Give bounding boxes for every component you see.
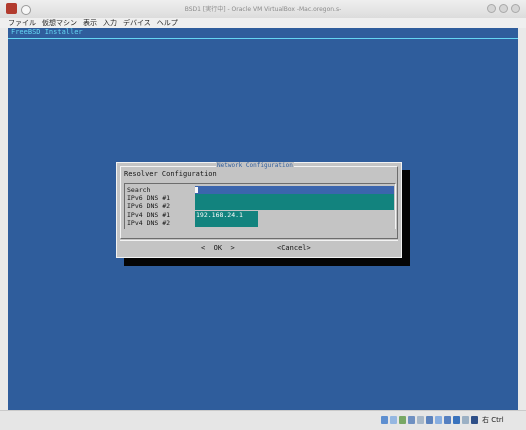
dialog-buttons: < OK > <Cancel> xyxy=(117,244,401,253)
menu-help[interactable]: ヘルプ xyxy=(157,18,178,28)
network-configuration-dialog: Network Configuration Resolver Configura… xyxy=(116,162,402,258)
minimize-button[interactable] xyxy=(487,4,496,13)
ipv4-dns1-value: 192.168.24.1 xyxy=(196,211,243,219)
close-button[interactable] xyxy=(511,4,520,13)
menu-bar: ファイル 仮想マシン 表示 入力 デバイス ヘルプ xyxy=(0,18,526,28)
menu-file[interactable]: ファイル xyxy=(8,18,36,28)
search-label: Search xyxy=(127,186,151,194)
menu-view[interactable]: 表示 xyxy=(83,18,97,28)
hard-disk-icon[interactable] xyxy=(381,416,388,424)
ipv4-dns1-label: IPv4 DNS #1 xyxy=(127,211,171,219)
ipv6-dns2-label: IPv6 DNS #2 xyxy=(127,202,171,210)
shared-folders-icon[interactable] xyxy=(426,416,433,424)
ok-button[interactable]: < OK > xyxy=(201,244,235,253)
usb-icon[interactable] xyxy=(417,416,424,424)
ipv6-dns1-label: IPv6 DNS #1 xyxy=(127,194,171,202)
title-bar: BSD1 [実行中] - Oracle VM VirtualBox -Mac.o… xyxy=(0,0,526,19)
cpu-icon[interactable] xyxy=(453,416,460,424)
window-controls xyxy=(487,4,520,13)
ipv4-dns2-field[interactable] xyxy=(195,219,258,227)
network-icon[interactable] xyxy=(408,416,415,424)
button-divider xyxy=(120,240,398,241)
cancel-button[interactable]: <Cancel> xyxy=(277,244,311,253)
search-field[interactable] xyxy=(195,186,394,194)
mouse-integration-icon[interactable] xyxy=(462,416,469,424)
status-tray: 右 Ctrl xyxy=(381,416,504,424)
host-key-icon[interactable] xyxy=(471,416,478,424)
resolver-form: Search IPv6 DNS #1 IPv6 DNS #2 IPv4 DNS … xyxy=(124,183,396,229)
menu-input[interactable]: 入力 xyxy=(103,18,117,28)
dialog-title: Network Configuration xyxy=(216,162,294,169)
optical-drive-icon[interactable] xyxy=(390,416,397,424)
resolver-heading: Resolver Configuration xyxy=(124,170,217,178)
vm-display[interactable]: FreeBSD Installer Network Configuration … xyxy=(8,28,518,410)
menu-machine[interactable]: 仮想マシン xyxy=(42,18,77,28)
title-divider xyxy=(8,38,518,39)
ipv6-dns1-field[interactable] xyxy=(195,194,394,202)
menu-devices[interactable]: デバイス xyxy=(123,18,151,28)
video-capture-icon[interactable] xyxy=(444,416,451,424)
window-title: BSD1 [実行中] - Oracle VM VirtualBox -Mac.o… xyxy=(184,6,342,13)
text-cursor xyxy=(195,187,198,193)
installer-title: FreeBSD Installer xyxy=(11,28,83,36)
maximize-button[interactable] xyxy=(499,4,508,13)
status-bar: 右 Ctrl xyxy=(0,410,526,430)
audio-icon[interactable] xyxy=(399,416,406,424)
ipv4-dns2-label: IPv4 DNS #2 xyxy=(127,219,171,227)
host-key-label: 右 Ctrl xyxy=(482,416,504,424)
display-icon[interactable] xyxy=(435,416,442,424)
ipv6-dns2-field[interactable] xyxy=(195,202,394,210)
